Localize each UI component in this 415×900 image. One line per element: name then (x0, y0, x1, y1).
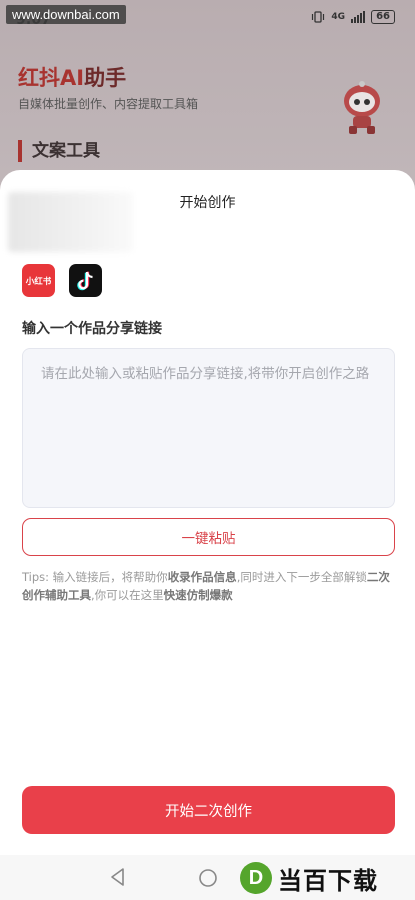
xiaohongshu-label: 小红书 (25, 276, 52, 287)
tips-text: Tips: 输入链接后，将帮助你收录作品信息,同时进入下一步全部解锁二次创作辅助… (22, 568, 400, 604)
xiaohongshu-icon[interactable]: 小红书 (22, 264, 55, 297)
brand-logo: D 当百下载 (240, 860, 408, 896)
paste-button[interactable]: 一键粘贴 (22, 518, 395, 556)
tips-middle: ,同时进入下一步全部解锁 (236, 570, 367, 584)
status-bar: 9:07 www.downbai.com 4G 66 (0, 0, 415, 36)
brand-text: 当百下载 (278, 866, 378, 895)
link-input-box (22, 348, 395, 508)
tips-middle-2: ,你可以在这里 (91, 588, 164, 602)
tips-prefix: Tips: 输入链接后，将帮助你 (22, 570, 168, 584)
app-title-rest: 助手 (84, 66, 127, 90)
create-bottom-sheet: 开始创作 小红书 输入一个作品分享链接 一键粘贴 Tips: 输入链接后，将帮助… (0, 170, 415, 855)
robot-mascot-icon (344, 81, 380, 134)
watermark: www.downbai.com (6, 5, 126, 24)
home-icon[interactable] (198, 868, 218, 888)
tips-highlight-3: 快速仿制爆款 (163, 588, 233, 602)
link-input[interactable] (23, 349, 394, 507)
app-title-accent: 红抖AI (18, 66, 85, 90)
app-subtitle: 自媒体批量创作、内容提取工具箱 (18, 97, 199, 111)
douyin-logo-icon (76, 271, 93, 290)
network-type: 4G (331, 12, 346, 22)
back-icon[interactable] (108, 867, 128, 887)
start-creation-button[interactable]: 开始二次创作 (22, 786, 395, 834)
battery-icon: 66 (371, 10, 395, 24)
sheet-title: 开始创作 (179, 195, 236, 211)
signal-icon (351, 11, 366, 23)
brand-logo-icon: D (240, 862, 272, 894)
section-title: 文案工具 (18, 140, 100, 162)
link-input-label: 输入一个作品分享链接 (22, 321, 162, 337)
vibrate-icon (312, 11, 325, 23)
tips-highlight-1: 收录作品信息 (167, 570, 237, 584)
platform-row: 小红书 (22, 264, 102, 297)
douyin-icon[interactable] (69, 264, 102, 297)
status-icons: 4G 66 (311, 10, 395, 24)
app-title: 红抖AI助手 (18, 62, 126, 92)
